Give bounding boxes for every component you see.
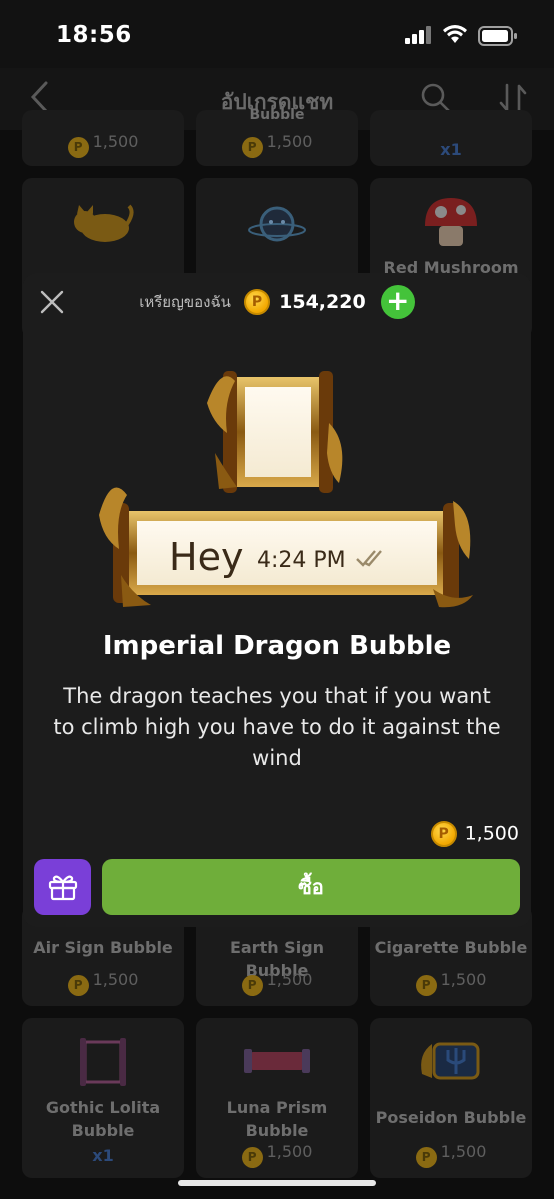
grid-card[interactable]: Poseidon Bubble P 1,500 (370, 1018, 532, 1178)
item-price: P 1,500 (430, 821, 519, 847)
coin-icon: P (415, 975, 437, 996)
card-price: P 1,500 (196, 970, 358, 996)
grid-card[interactable]: x1 (370, 110, 532, 166)
status-time: 18:56 (56, 22, 132, 48)
home-indicator (178, 1180, 376, 1186)
buy-button[interactable]: ซื้อ (102, 859, 520, 915)
gift-button[interactable] (34, 859, 91, 915)
card-name: Poseidon Bubble (375, 1108, 527, 1127)
coin-icon: P (67, 975, 89, 996)
coin-icon: P (244, 289, 271, 315)
bubble-preview: Hey 4:24 PM (99, 371, 473, 608)
mushroom-sticker-icon (425, 198, 477, 246)
card-price: P 1,500 (370, 1142, 532, 1168)
balance-label: เหรียญของฉัน (139, 293, 231, 311)
coin-balance: เหรียญของฉัน P 154,220 + (23, 285, 531, 319)
coin-icon: P (241, 1147, 263, 1168)
coin-icon: P (430, 821, 457, 847)
card-price: P 1,500 (370, 970, 532, 996)
coin-icon: P (67, 137, 89, 158)
coin-icon: P (241, 975, 263, 996)
card-price: P 1,500 (196, 132, 358, 158)
card-name: Air Sign Bubble (33, 938, 173, 957)
card-name: Luna Prism Bubble (226, 1098, 328, 1140)
coin-icon: P (241, 137, 263, 158)
card-name: Gothic Lolita Bubble (45, 1098, 161, 1140)
planet-sticker-icon (248, 206, 306, 242)
item-title: Imperial Dragon Bubble (102, 631, 452, 661)
card-price: P 1,500 (196, 1142, 358, 1168)
card-price: P 1,500 (22, 132, 184, 158)
preview-message: Hey (169, 535, 243, 579)
item-description: The dragon teaches you that if you want … (53, 684, 501, 770)
gift-icon (48, 875, 78, 901)
add-coins-button[interactable]: + (380, 285, 415, 319)
luna-prism-bubble-icon (244, 1049, 310, 1073)
grid-card[interactable]: P 1,500 (22, 110, 184, 166)
balance-amount: 154,220 (279, 291, 366, 313)
grid-card[interactable]: Gothic Lolita Bubble x1 (22, 1018, 184, 1178)
coin-icon: P (415, 1147, 437, 1168)
wifi-icon (443, 25, 467, 43)
item-price-value: 1,500 (464, 822, 519, 845)
preview-time: 4:24 PM (257, 548, 346, 573)
card-quantity: x1 (440, 140, 462, 159)
card-price: P 1,500 (22, 970, 184, 996)
card-name: Bubble (249, 107, 305, 123)
grid-card[interactable]: Bubble P 1,500 (196, 107, 358, 166)
card-name: Cigarette Bubble (374, 938, 528, 957)
card-quantity: x1 (92, 1146, 114, 1165)
grid-card[interactable]: Luna Prism Bubble P 1,500 (196, 1018, 358, 1178)
cat-sticker-icon (74, 204, 134, 242)
status-bar: 18:56 (0, 0, 554, 68)
item-detail-sheet: เหรียญของฉัน P 154,220 + Hey 4:24 PM Imp… (23, 273, 531, 927)
poseidon-bubble-icon (421, 1042, 480, 1080)
signal-icon (405, 26, 431, 44)
scroll-thumbnail (207, 371, 343, 493)
gothic-bubble-icon (80, 1038, 126, 1086)
battery-icon (478, 26, 517, 46)
